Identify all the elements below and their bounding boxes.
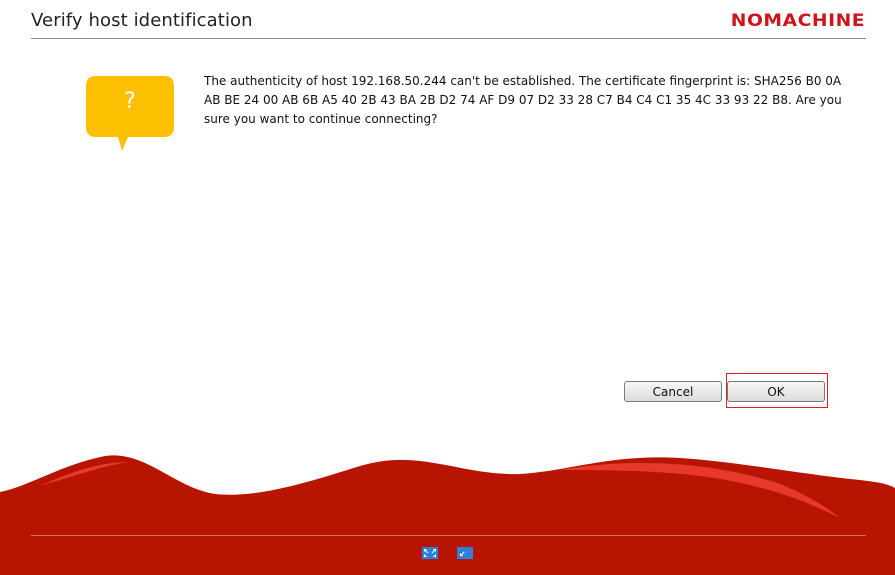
header-divider <box>31 38 866 39</box>
ok-button[interactable]: OK <box>727 381 825 402</box>
question-mark-glyph: ? <box>124 89 136 114</box>
window-mode-icon[interactable] <box>457 544 473 559</box>
verify-host-dialog: Verify host identification NOMACHINE ? T… <box>0 0 895 575</box>
cancel-button[interactable]: Cancel <box>624 381 722 402</box>
footer-wave-decoration <box>0 455 895 575</box>
question-bubble-icon: ? <box>86 76 174 151</box>
nomachine-logo: NOMACHINE <box>730 11 865 31</box>
fullscreen-icon[interactable] <box>422 544 438 559</box>
speech-bubble-shape <box>86 76 174 151</box>
dialog-title: Verify host identification <box>31 10 253 31</box>
footer-divider <box>31 535 866 536</box>
dialog-message: The authenticity of host 192.168.50.244 … <box>204 74 842 126</box>
